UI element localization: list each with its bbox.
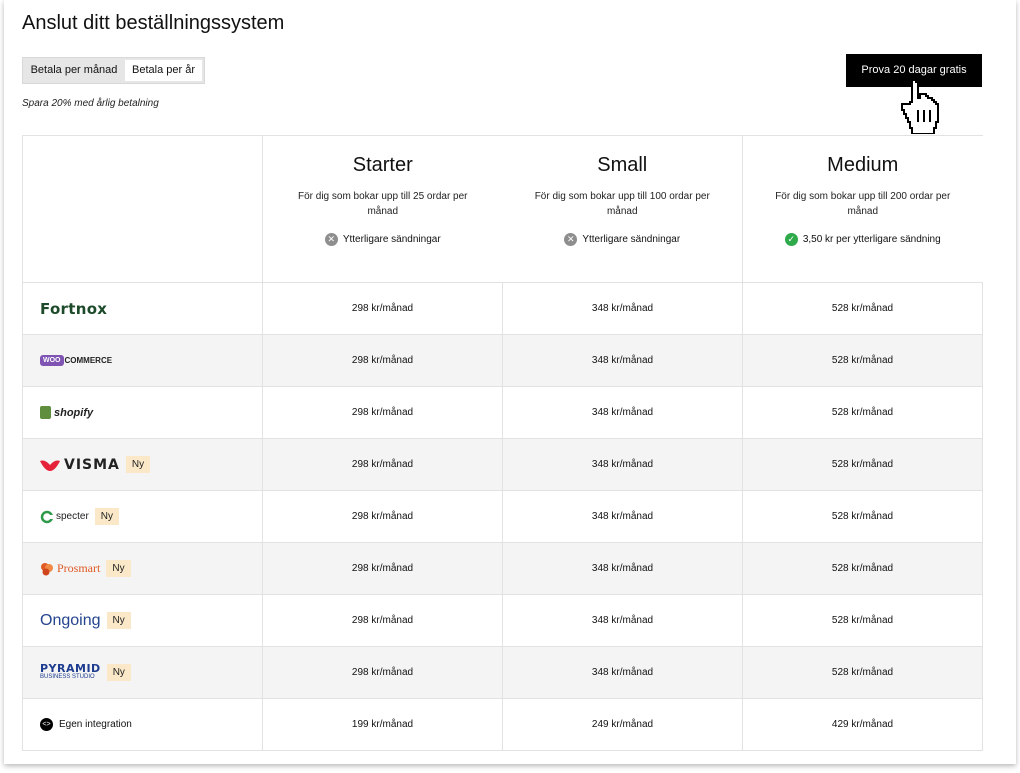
woocommerce-logo: WOO COMMERCE [40,355,262,366]
ongoing-logo: Ongoing [40,611,101,629]
plan-name: Starter [352,154,413,176]
brand-cell: shopify [22,386,263,439]
pyramid-text: PYRAMID [40,661,101,675]
brand-cell: PYRAMID BUSINESS STUDIO Ny [22,646,263,699]
price-cell: 528 kr/månad [742,542,983,595]
visma-logo: VISMA [40,457,120,473]
price-cell: 528 kr/månad [742,594,983,647]
brand-cell: WOO COMMERCE [22,334,263,387]
new-badge: Ny [94,508,120,525]
woo-text: COMMERCE [64,356,113,365]
shopping-bag-icon [40,406,51,419]
egen-integration-text: Egen integration [59,719,132,730]
fortnox-logo: Fortnox [40,299,108,318]
plan-description: För dig som bokar upp till 200 ordar per… [775,191,951,217]
price-cell: 298 kr/månad [262,282,503,335]
price-cell: 528 kr/månad [742,282,983,335]
code-icon: <> [40,718,53,731]
price-cell: 429 kr/månad [742,698,983,751]
woo-bubble: WOO [40,355,64,366]
visma-text: VISMA [64,456,120,473]
price-cell: 528 kr/månad [742,334,983,387]
toggle-yearly[interactable]: Betala per år [125,60,202,81]
brand-cell: Ongoing Ny [22,594,263,647]
specter-logo: specter [40,510,89,524]
table-row: WOO COMMERCE 298 kr/månad 348 kr/månad 5… [22,334,983,387]
price-cell: 348 kr/månad [502,542,743,595]
price-cell: 528 kr/månad [742,490,983,543]
pricing-table: Starter För dig som bokar upp till 25 or… [22,135,983,751]
table-row: shopify 298 kr/månad 348 kr/månad 528 kr… [22,386,983,439]
price-cell: 298 kr/månad [262,646,503,699]
price-cell: 298 kr/månad [262,334,503,387]
price-cell: 298 kr/månad [262,438,503,491]
new-badge: Ny [106,560,131,577]
table-row: VISMA Ny 298 kr/månad 348 kr/månad 528 k… [22,438,983,491]
price-cell: 528 kr/månad [742,438,983,491]
shopify-text: shopify [54,406,94,419]
price-cell: 298 kr/månad [262,542,503,595]
plan-extra-text: Ytterligare sändningar [582,234,681,245]
brand-cell: Prosmart Ny [22,542,263,595]
price-cell: 348 kr/månad [502,334,743,387]
new-badge: Ny [125,456,151,473]
brand-cell: <> Egen integration [22,698,263,751]
prosmart-mark-icon [41,562,53,575]
pyramid-logo: PYRAMID BUSINESS STUDIO [40,661,101,682]
plan-extra-text: 3,50 kr per ytterligare sändning [802,234,941,245]
specter-mark-icon [40,510,54,523]
plan-small: Small För dig som bokar upp till 100 ord… [502,135,743,283]
table-row: Prosmart Ny 298 kr/månad 348 kr/månad 52… [22,542,983,595]
brand-cell: specter Ny [22,490,263,543]
price-cell: 348 kr/månad [502,282,743,335]
billing-toggle[interactable]: Betala per månad Betala per år [22,57,205,84]
table-row: <> Egen integration 199 kr/månad 249 kr/… [22,698,983,751]
price-cell: 298 kr/månad [262,594,503,647]
table-row: Fortnox 298 kr/månad 348 kr/månad 528 kr… [22,282,983,335]
table-row: PYRAMID BUSINESS STUDIO Ny 298 kr/månad … [22,646,983,699]
plan-name: Small [597,154,648,176]
price-cell: 298 kr/månad [262,490,503,543]
plan-name: Medium [827,154,899,176]
plan-medium: Medium För dig som bokar upp till 200 or… [742,135,983,283]
toggle-monthly[interactable]: Betala per månad [23,58,125,83]
plan-description: För dig som bokar upp till 25 ordar per … [297,191,468,217]
plan-starter: Starter För dig som bokar upp till 25 or… [262,135,503,283]
price-cell: 348 kr/månad [502,438,743,491]
price-cell: 298 kr/månad [262,386,503,439]
prosmart-logo: Prosmart [40,561,100,576]
new-badge: Ny [106,664,131,681]
specter-text: specter [56,511,89,522]
pyramid-subtext: BUSINESS STUDIO [40,673,95,680]
plan-extra-text: Ytterligare sändningar [342,234,441,245]
x-circle-icon: ✕ [324,233,338,246]
check-circle-icon: ✓ [784,233,798,246]
price-cell: 348 kr/månad [502,490,743,543]
hand-pointer-icon [900,78,940,134]
shopify-logo: shopify [40,406,262,419]
plan-extra: ✕ Ytterligare sändningar [263,233,503,246]
price-cell: 348 kr/månad [502,646,743,699]
brand-cell: Fortnox [22,282,263,335]
price-cell: 528 kr/månad [742,646,983,699]
x-circle-icon: ✕ [564,233,578,246]
price-cell: 199 kr/månad [262,698,503,751]
save-note: Spara 20% med årlig betalning [22,98,159,109]
plan-extra: ✓ 3,50 kr per ytterligare sändning [743,233,983,246]
price-cell: 348 kr/månad [502,594,743,647]
visma-mark-icon [40,460,60,471]
table-row: Ongoing Ny 298 kr/månad 348 kr/månad 528… [22,594,983,647]
plan-description: För dig som bokar upp till 100 ordar per… [534,191,710,217]
table-row: specter Ny 298 kr/månad 348 kr/månad 528… [22,490,983,543]
new-badge: Ny [106,612,131,629]
brand-cell: VISMA Ny [22,438,263,491]
plan-extra: ✕ Ytterligare sändningar [503,233,743,246]
page-title: Anslut ditt beställningssystem [22,12,285,34]
price-cell: 528 kr/månad [742,386,983,439]
table-corner [22,135,263,283]
prosmart-text: Prosmart [57,561,101,575]
price-cell: 249 kr/månad [502,698,743,751]
price-cell: 348 kr/månad [502,386,743,439]
